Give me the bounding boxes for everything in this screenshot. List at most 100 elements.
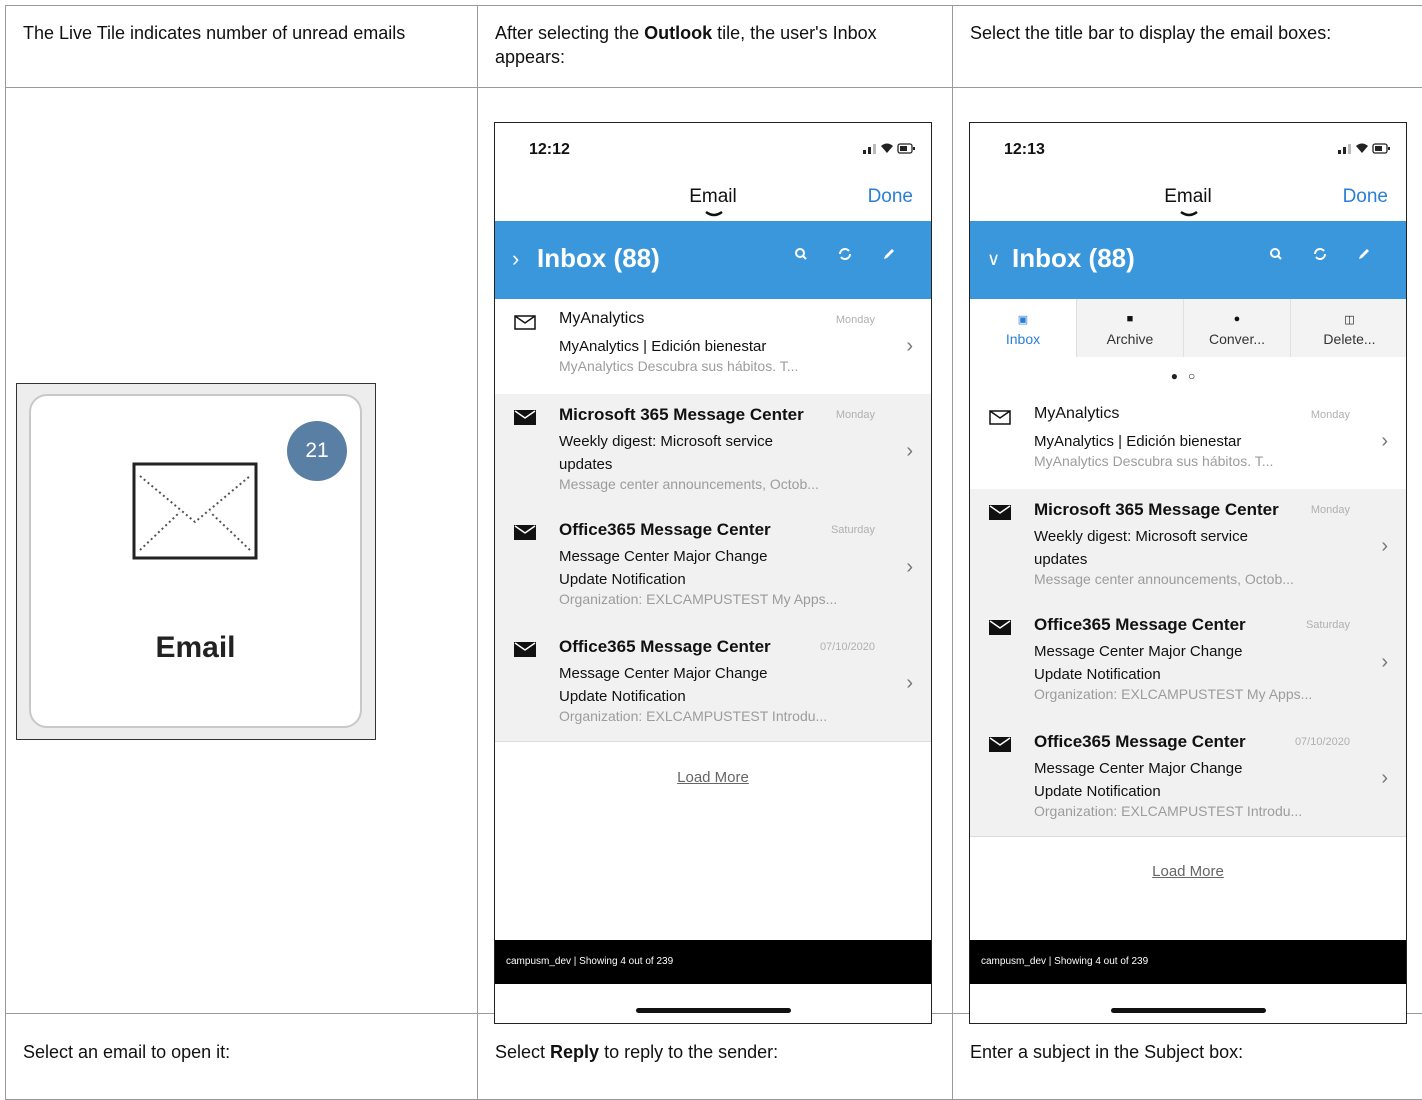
- email-row[interactable]: MyAnalytics Monday MyAnalytics | Edición b…: [495, 299, 931, 395]
- envelope-open-icon: [989, 410, 1011, 430]
- folder-tab-deleted[interactable]: ◫ Delete...: [1291, 299, 1406, 357]
- envelope-closed-icon: [989, 737, 1011, 757]
- status-time: 12:13: [1004, 141, 1045, 158]
- caption-bold: Outlook: [644, 23, 713, 43]
- envelope-icon: [132, 462, 258, 560]
- chevron-right-icon: ›: [1381, 650, 1388, 673]
- inbox-title-bar[interactable]: ∨ Inbox (88): [970, 221, 1406, 299]
- email-subject: Weekly digest: Microsoft service updates: [1034, 528, 1248, 568]
- status-footer: campusm_dev | Showing 4 out of 239: [495, 940, 931, 984]
- caption-text: to reply to the sender:: [599, 1042, 779, 1062]
- chevron-right-icon: ›: [1381, 534, 1388, 557]
- email-sender: MyAnalytics: [559, 310, 645, 327]
- status-icons: [1338, 143, 1390, 154]
- inbox-tray-icon: ▣: [1017, 314, 1029, 326]
- email-subject: MyAnalytics | Edición bienestar: [559, 338, 767, 355]
- envelope-closed-icon: [514, 642, 536, 662]
- refresh-icon[interactable]: [823, 247, 867, 266]
- email-row[interactable]: Microsoft 365 Message Center Monday Weekly…: [495, 394, 931, 510]
- chevron-right-icon: ›: [512, 246, 520, 271]
- caption-text: Select an email to open it:: [23, 1042, 231, 1062]
- search-icon[interactable]: [1254, 247, 1298, 266]
- caption-bold: Reply: [550, 1042, 600, 1062]
- page-indicator-dots: ●○: [1170, 369, 1206, 383]
- email-date: Saturday: [830, 524, 875, 536]
- chevron-down-icon: ∨: [987, 249, 1001, 269]
- caption-cell-4: Select an email to open it:: [6, 1014, 478, 1100]
- caption-cell-5: Select Reply to reply to the sender:: [478, 1014, 953, 1100]
- phone-screenshot-folders: 12:13 Email Done ∨ Inbox (88) ▣ Inbox ■ …: [969, 122, 1407, 1024]
- phone-screenshot-inbox: 12:12 Email Done › Inbox (88) MyAnalytic…: [494, 122, 932, 1024]
- chevron-right-icon: ›: [1381, 766, 1388, 789]
- folder-tab-archive[interactable]: ■ Archive: [1077, 299, 1184, 357]
- load-more-link[interactable]: Load More: [970, 863, 1406, 880]
- inbox-title-bar[interactable]: › Inbox (88): [495, 221, 931, 299]
- email-subject: MyAnalytics | Edición bienestar: [1034, 433, 1242, 450]
- email-sender: Office365 Message Center: [559, 520, 771, 539]
- envelope-closed-icon: [514, 410, 536, 430]
- email-date: Monday: [835, 409, 875, 421]
- email-preview: MyAnalytics Descubra sus hábitos. T...: [559, 358, 799, 374]
- email-row[interactable]: Office365 Message Center 07/10/2020 Messag…: [970, 721, 1406, 837]
- caption-cell-1: The Live Tile indicates number of unread…: [6, 6, 478, 88]
- envelope-open-icon: [514, 315, 536, 335]
- load-more-link[interactable]: Load More: [495, 769, 931, 786]
- envelope-closed-icon: [989, 620, 1011, 640]
- refresh-icon[interactable]: [1298, 247, 1342, 266]
- email-row[interactable]: Office365 Message Center 07/10/2020 Messag…: [495, 626, 931, 742]
- done-button[interactable]: Done: [1343, 186, 1388, 208]
- email-subject: Message Center Major Change Update Notif…: [1034, 760, 1243, 800]
- email-date: Monday: [1310, 504, 1350, 516]
- chevron-right-icon: ›: [906, 671, 913, 694]
- home-indicator: [1111, 1008, 1266, 1013]
- email-date: Saturday: [1305, 619, 1350, 631]
- folder-tab-conversations[interactable]: ● Conver...: [1184, 299, 1291, 357]
- email-row[interactable]: Microsoft 365 Message Center Monday Weekly…: [970, 489, 1406, 605]
- bar-actions: [779, 247, 911, 266]
- email-date: 07/10/2020: [1294, 736, 1350, 748]
- email-sender: Microsoft 365 Message Center: [559, 405, 804, 424]
- email-date: Monday: [1310, 409, 1350, 421]
- email-sender: Office365 Message Center: [559, 637, 771, 656]
- email-sender: Office365 Message Center: [1034, 615, 1246, 634]
- compose-icon[interactable]: [1342, 247, 1386, 266]
- chevron-right-icon: ›: [906, 334, 913, 357]
- tile-label: Email: [155, 631, 236, 664]
- caption-cell-3: Select the title bar to display the emai…: [953, 6, 1422, 88]
- caption-text: After selecting the: [495, 23, 645, 43]
- live-tile-screenshot: 21 Email: [16, 383, 376, 740]
- email-subject: Weekly digest: Microsoft service updates: [559, 433, 773, 473]
- folder-tab-inbox[interactable]: ▣ Inbox: [970, 299, 1077, 357]
- caption-text: Enter a subject in the Subject box:: [970, 1042, 1244, 1062]
- caption-text: The Live Tile indicates number of unread…: [23, 23, 406, 43]
- email-preview: Organization: EXLCAMPUSTEST My Apps...: [559, 591, 838, 607]
- status-time: 12:12: [529, 141, 570, 158]
- email-date: Monday: [835, 314, 875, 326]
- header-title[interactable]: Email: [495, 186, 931, 208]
- compose-icon[interactable]: [867, 247, 911, 266]
- chevron-right-icon: ›: [906, 555, 913, 578]
- inbox-title: Inbox (88): [1012, 243, 1135, 273]
- status-footer: campusm_dev | Showing 4 out of 239: [970, 940, 1406, 984]
- email-row[interactable]: Office365 Message Center Saturday Message …: [495, 509, 931, 627]
- email-live-tile[interactable]: 21 Email: [29, 394, 362, 728]
- email-subject: Message Center Major Change Update Notif…: [1034, 643, 1243, 683]
- email-date: 07/10/2020: [819, 641, 875, 653]
- chevron-down-icon: [705, 211, 723, 217]
- email-row[interactable]: MyAnalytics Monday MyAnalytics | Edición b…: [970, 394, 1406, 490]
- email-subject: Message Center Major Change Update Notif…: [559, 665, 768, 705]
- folder-label: Conver...: [1208, 331, 1266, 347]
- done-button[interactable]: Done: [868, 186, 913, 208]
- folder-label: Delete...: [1323, 331, 1376, 347]
- header-title[interactable]: Email: [970, 186, 1406, 208]
- email-sender: Office365 Message Center: [1034, 732, 1246, 751]
- email-preview: Message center announcements, Octob...: [559, 476, 819, 492]
- unread-count-badge: 21: [287, 421, 347, 481]
- envelope-closed-icon: [514, 525, 536, 545]
- email-preview: Organization: EXLCAMPUSTEST Introdu...: [1034, 803, 1303, 819]
- home-indicator: [636, 1008, 791, 1013]
- email-preview: MyAnalytics Descubra sus hábitos. T...: [1034, 453, 1274, 469]
- email-subject: Message Center Major Change Update Notif…: [559, 548, 768, 588]
- email-row[interactable]: Office365 Message Center Saturday Message …: [970, 604, 1406, 722]
- search-icon[interactable]: [779, 247, 823, 266]
